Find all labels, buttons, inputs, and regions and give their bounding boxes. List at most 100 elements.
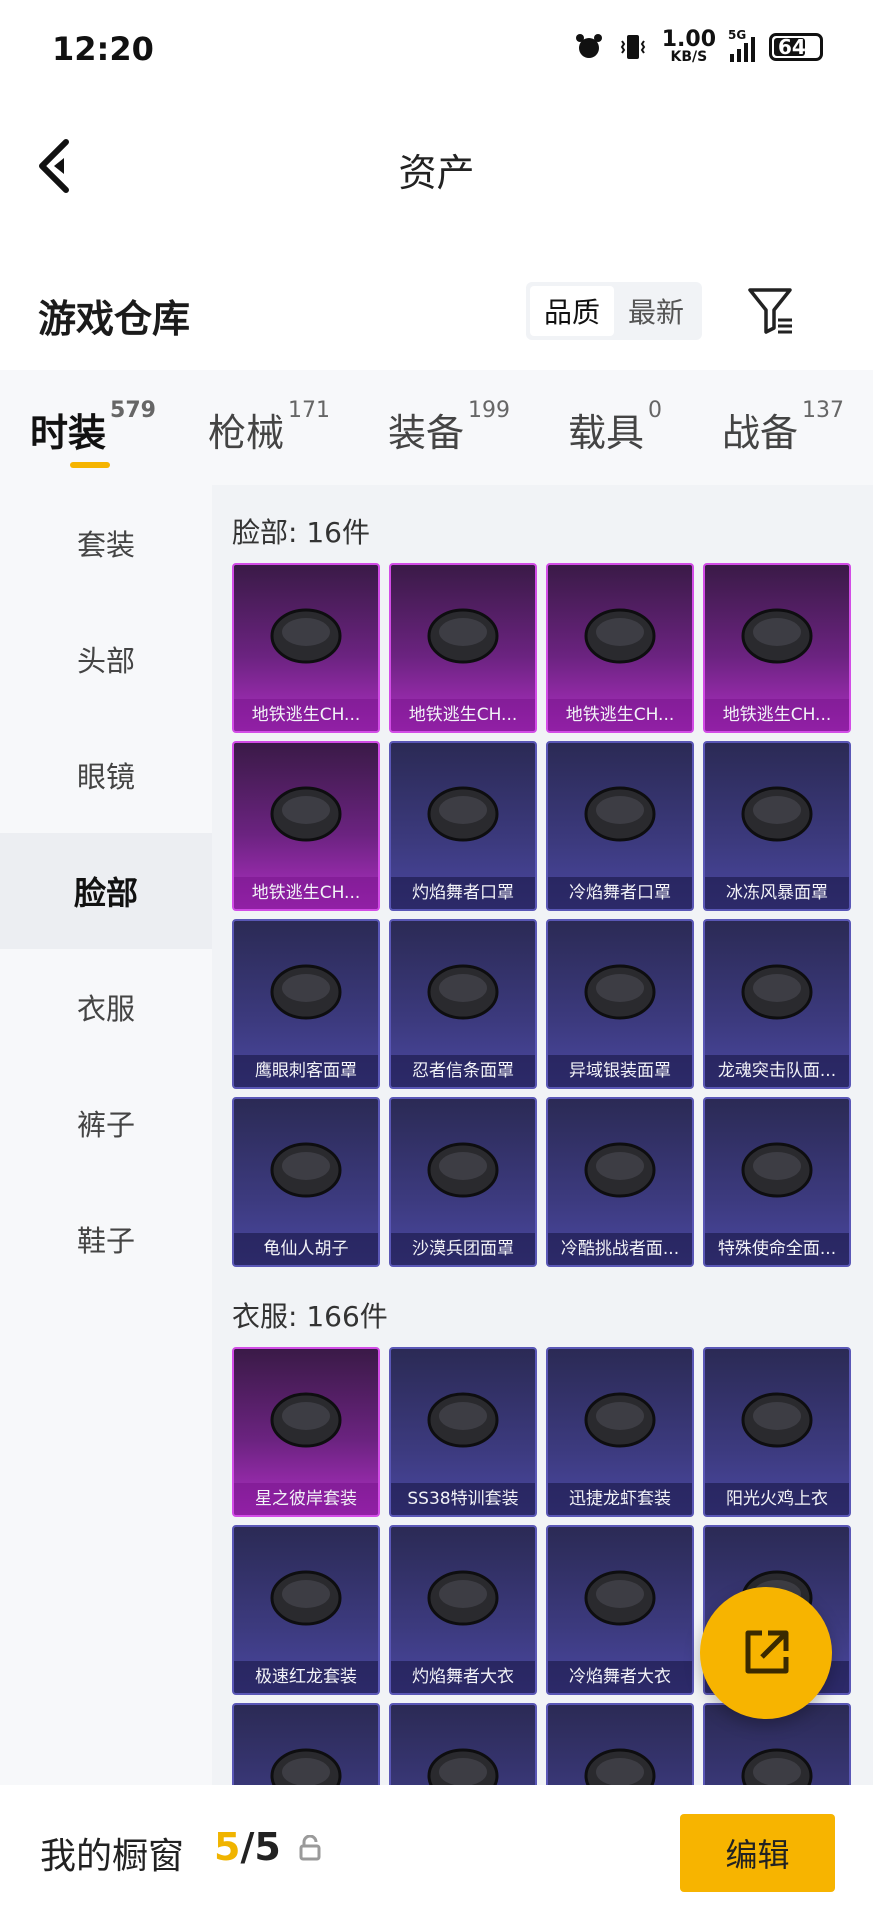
item-label: 极速红龙套装: [234, 1661, 378, 1693]
face-item-card[interactable]: 冰冻风暴面罩: [703, 741, 851, 911]
sidebar-item-face[interactable]: 脸部: [0, 833, 212, 949]
page-title: 资产: [398, 151, 475, 195]
item-thumbnail: [391, 921, 535, 1057]
sort-toggle: 品质 最新: [526, 282, 702, 340]
face-item-card[interactable]: 冷酷挑战者面...: [546, 1097, 694, 1267]
status-time: 12:20: [52, 30, 154, 68]
clothes-item-card[interactable]: 迅捷龙虾套装: [546, 1347, 694, 1517]
item-label: 冰冻风暴面罩: [705, 877, 849, 909]
warehouse-title: 游戏仓库: [38, 297, 191, 341]
item-label: 地铁逃生CH...: [234, 699, 378, 731]
face-item-card[interactable]: 异域银装面罩: [546, 919, 694, 1089]
sidebar-item-clothes[interactable]: 衣服: [0, 949, 212, 1065]
item-label: 地铁逃生CH...: [234, 877, 378, 909]
signal-icon: 5G: [728, 28, 755, 62]
tab-guns[interactable]: 枪械171: [208, 398, 330, 457]
item-thumbnail: [391, 1705, 535, 1785]
clothes-item-card[interactable]: SS38特训套装: [389, 1347, 537, 1517]
item-label: 地铁逃生CH...: [705, 699, 849, 731]
share-external-icon: [745, 1630, 789, 1674]
filter-icon: [748, 288, 792, 334]
clothes-item-card[interactable]: 灼焰舞者大衣: [389, 1525, 537, 1695]
face-item-card[interactable]: 龙魂突击队面...: [703, 919, 851, 1089]
item-label: 星之彼岸套装: [234, 1483, 378, 1515]
vibrate-icon: [620, 35, 645, 59]
item-label: 忍者信条面罩: [391, 1055, 535, 1087]
item-label: 特殊使命全面...: [705, 1233, 849, 1265]
showcase-count: 5/5: [214, 1825, 281, 1869]
item-thumbnail: [705, 1099, 849, 1235]
clothes-item-card[interactable]: 极速红龙套装: [232, 1525, 380, 1695]
face-item-card[interactable]: 鹰眼刺客面罩: [232, 919, 380, 1089]
item-thumbnail: [234, 921, 378, 1057]
edit-button[interactable]: 编辑: [680, 1814, 835, 1892]
filter-button[interactable]: [746, 284, 798, 336]
item-label: 迅捷龙虾套装: [548, 1483, 692, 1515]
sort-option-quality[interactable]: 品质: [530, 286, 614, 336]
tab-fashion[interactable]: 时装579: [30, 398, 156, 457]
clothes-item-card[interactable]: 阳光火鸡上衣: [703, 1347, 851, 1517]
face-item-card[interactable]: 灼焰舞者口罩: [389, 741, 537, 911]
item-thumbnail: [391, 1099, 535, 1235]
sort-option-latest[interactable]: 最新: [614, 286, 698, 336]
face-item-card[interactable]: 地铁逃生CH...: [389, 563, 537, 733]
clothes-item-card[interactable]: [232, 1703, 380, 1785]
clothes-item-card[interactable]: [546, 1703, 694, 1785]
showcase-current: 5: [214, 1825, 241, 1869]
showcase-sep: /: [240, 1825, 255, 1869]
clothes-item-card[interactable]: 星之彼岸套装: [232, 1347, 380, 1517]
category-tabs: 时装579 枪械171 装备199 载具0 战备137: [0, 370, 873, 485]
net-speed: 1.00 KB/S: [662, 29, 716, 65]
tab-vehicles[interactable]: 载具0: [568, 398, 662, 457]
share-fab[interactable]: [700, 1587, 832, 1719]
item-thumbnail: [391, 1527, 535, 1663]
face-item-card[interactable]: 地铁逃生CH...: [546, 563, 694, 733]
face-item-card[interactable]: 龟仙人胡子: [232, 1097, 380, 1267]
face-item-card[interactable]: 特殊使命全面...: [703, 1097, 851, 1267]
face-item-card[interactable]: 忍者信条面罩: [389, 919, 537, 1089]
showcase-label: 我的橱窗: [40, 1836, 185, 1877]
item-thumbnail: [234, 1349, 378, 1485]
tab-count: 579: [110, 398, 156, 423]
showcase-total: 5: [254, 1825, 281, 1869]
battery-icon: 64: [769, 33, 823, 61]
sidebar-item-shoes[interactable]: 鞋子: [0, 1181, 212, 1297]
sidebar-item-sets[interactable]: 套装: [0, 485, 212, 601]
clothes-item-card[interactable]: 冷焰舞者大衣: [546, 1525, 694, 1695]
tab-label: 载具: [568, 411, 645, 455]
item-label: 龟仙人胡子: [234, 1233, 378, 1265]
sidebar-item-pants[interactable]: 裤子: [0, 1065, 212, 1181]
tab-count: 0: [648, 398, 663, 423]
item-grid-face: 地铁逃生CH... 地铁逃生CH... 地铁逃生CH... 地铁逃生CH... 地铁逃生…: [232, 563, 851, 1267]
item-thumbnail: [391, 743, 535, 879]
item-thumbnail: [391, 1349, 535, 1485]
item-thumbnail: [234, 1705, 378, 1785]
item-label: 冷焰舞者口罩: [548, 877, 692, 909]
face-item-card[interactable]: 冷焰舞者口罩: [546, 741, 694, 911]
sidebar-item-head[interactable]: 头部: [0, 601, 212, 717]
sidebar-item-glasses[interactable]: 眼镜: [0, 717, 212, 833]
item-label: 冷酷挑战者面...: [548, 1233, 692, 1265]
item-label: 灼焰舞者大衣: [391, 1661, 535, 1693]
bottom-bar: 我的橱窗 5/5 编辑: [0, 1785, 873, 1920]
clothes-item-card[interactable]: [389, 1703, 537, 1785]
item-thumbnail: [234, 565, 378, 701]
item-label: 冷焰舞者大衣: [548, 1661, 692, 1693]
face-item-card[interactable]: 地铁逃生CH...: [703, 563, 851, 733]
network-type: 5G: [728, 28, 747, 42]
tab-equipment[interactable]: 装备199: [388, 398, 510, 457]
face-item-card[interactable]: 沙漠兵团面罩: [389, 1097, 537, 1267]
header: 资产: [0, 110, 873, 220]
battery-level: 64: [778, 35, 806, 59]
item-label: 阳光火鸡上衣: [705, 1483, 849, 1515]
tab-count: 137: [802, 398, 845, 423]
face-item-card[interactable]: 地铁逃生CH...: [232, 563, 380, 733]
item-thumbnail: [705, 921, 849, 1057]
tab-war-prep[interactable]: 战备137: [722, 398, 844, 457]
item-thumbnail: [705, 1349, 849, 1485]
item-thumbnail: [234, 1099, 378, 1235]
tab-count: 199: [468, 398, 511, 423]
item-label: 地铁逃生CH...: [548, 699, 692, 731]
item-thumbnail: [548, 1705, 692, 1785]
face-item-card[interactable]: 地铁逃生CH...: [232, 741, 380, 911]
